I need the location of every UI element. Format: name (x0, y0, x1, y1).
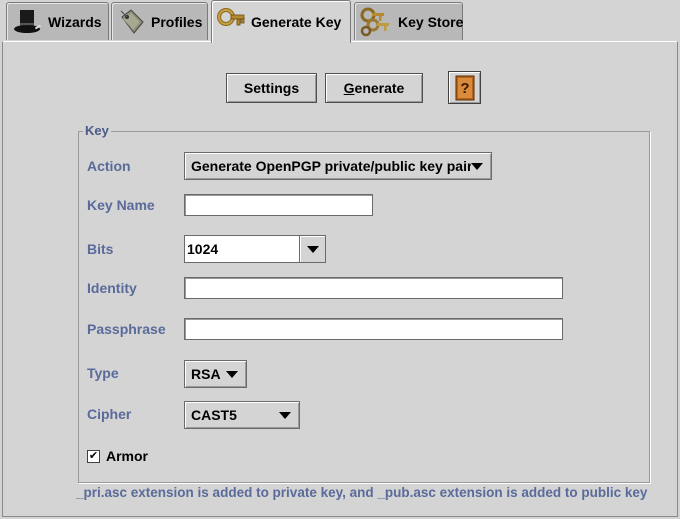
key-group-title: Key (83, 123, 111, 138)
top-hat-icon (14, 9, 42, 33)
settings-button-label: Settings (243, 80, 300, 96)
armor-label[interactable]: Armor (106, 448, 148, 464)
tab-key-store[interactable]: Key Store (354, 2, 463, 40)
key-icon (217, 8, 245, 26)
settings-button[interactable]: Settings (226, 73, 317, 103)
type-label: Type (87, 365, 119, 381)
cipher-select-value: CAST5 (191, 407, 237, 423)
tab-generate-key[interactable]: Generate Key (211, 0, 351, 43)
cipher-select[interactable]: CAST5 (184, 401, 300, 429)
bits-label: Bits (87, 241, 114, 257)
identity-field[interactable] (184, 277, 563, 299)
extension-note: _pri.asc extension is added to private k… (76, 485, 648, 500)
key-groupbox (78, 131, 650, 483)
cipher-label: Cipher (87, 406, 132, 422)
bits-value[interactable]: 1024 (185, 236, 299, 262)
chevron-down-icon (306, 245, 319, 253)
action-label: Action (87, 158, 131, 174)
tab-label: Generate Key (251, 14, 342, 30)
passphrase-field[interactable] (184, 318, 563, 340)
key-name-label: Key Name (87, 197, 155, 213)
type-select[interactable]: RSA (184, 360, 247, 388)
chevron-down-icon (471, 162, 483, 170)
tab-profiles[interactable]: Profiles (111, 2, 208, 40)
svg-text:?: ? (460, 80, 469, 97)
bits-combobox[interactable]: 1024 (184, 235, 326, 263)
identity-label: Identity (87, 280, 137, 296)
profile-tag-icon (120, 8, 144, 34)
armor-checkbox-row[interactable]: ✔ Armor (87, 448, 148, 464)
chevron-down-icon (279, 411, 291, 419)
type-select-value: RSA (191, 366, 221, 382)
armor-checkbox[interactable]: ✔ (87, 449, 100, 463)
keys-store-icon (360, 7, 389, 36)
help-book-icon: ? (455, 75, 474, 100)
bits-dropdown-button[interactable] (299, 236, 325, 262)
generate-mnemonic: G (343, 80, 355, 96)
chevron-down-icon (226, 370, 238, 378)
passphrase-label: Passphrase (87, 321, 166, 337)
help-button[interactable]: ? (448, 71, 481, 104)
key-name-field[interactable] (184, 194, 373, 216)
action-select[interactable]: Generate OpenPGP private/public key pair (184, 152, 492, 180)
generate-button-label: enerate (354, 80, 405, 96)
tab-wizards[interactable]: Wizards (6, 2, 109, 40)
tab-bar: Wizards Profiles Generate Key Key Store (0, 0, 680, 43)
tab-label: Key Store (398, 13, 464, 30)
action-select-value: Generate OpenPGP private/public key pair (191, 158, 471, 174)
tab-label: Profiles (151, 13, 203, 30)
generate-button[interactable]: Generate (325, 73, 423, 103)
tab-label: Wizards (48, 13, 102, 30)
